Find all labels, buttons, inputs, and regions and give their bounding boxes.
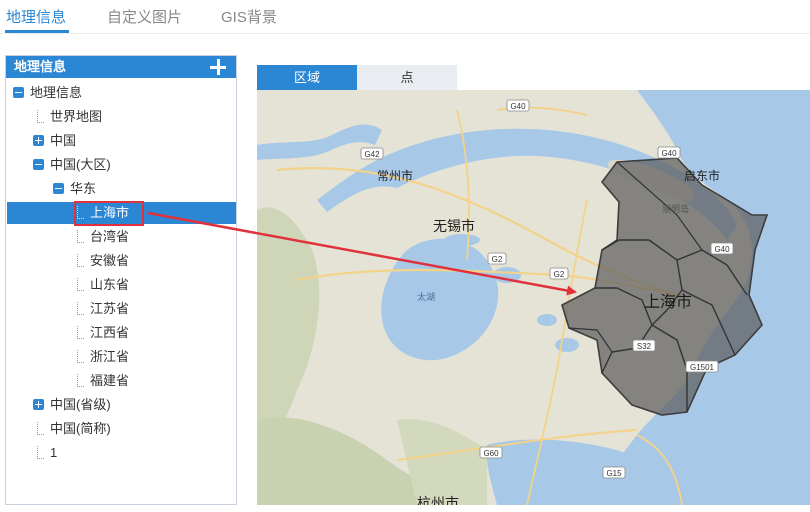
road-shield: G40: [657, 146, 681, 159]
tree-connector: [77, 230, 84, 243]
expand-icon[interactable]: [33, 135, 44, 146]
tree-item-one[interactable]: 1: [7, 442, 236, 464]
collapse-icon[interactable]: [53, 183, 64, 194]
road-shield: S32: [632, 339, 656, 352]
city-label-qidong: 启东市: [684, 168, 720, 183]
tree-item-label[interactable]: 江苏省: [90, 298, 129, 320]
road-shield: G15: [602, 466, 626, 479]
tree-connector: [77, 350, 84, 363]
tab-custom-image[interactable]: 自定义图片: [107, 6, 182, 27]
tree-connector: [37, 446, 44, 459]
road-shield-label: G42: [364, 150, 380, 159]
road-shield-label: G40: [510, 102, 526, 111]
small-lake: [493, 267, 521, 283]
tree-item-jiangxi[interactable]: 江西省: [7, 322, 236, 344]
tree-item-fujian[interactable]: 福建省: [7, 370, 236, 392]
map-view[interactable]: G40 G42 G40 G40 G2 G2 S32 G1501 G60 G15 …: [257, 90, 810, 505]
small-lake: [537, 314, 557, 326]
road-shield: G1501: [685, 360, 719, 373]
tree-item-china-province[interactable]: 中国(省级): [7, 394, 236, 416]
tree-connector: [77, 374, 84, 387]
nav-divider: [0, 33, 810, 34]
tree-item-root[interactable]: 地理信息: [7, 82, 236, 104]
panel-title: 地理信息: [14, 59, 67, 74]
city-label-shanghai: 上海市: [644, 293, 692, 311]
tab-gis-background[interactable]: GIS背景: [221, 6, 277, 27]
tree-item-jiangsu[interactable]: 江苏省: [7, 298, 236, 320]
city-label-wuxi: 无锡市: [433, 218, 475, 234]
island-label-chongming: 崇明岛: [662, 203, 689, 214]
tree-item-label[interactable]: 安徽省: [90, 250, 129, 272]
tab-point[interactable]: 点: [357, 65, 457, 90]
road-shield: G60: [479, 446, 503, 459]
small-lake: [555, 338, 579, 352]
tree-item-china-short[interactable]: 中国(简称): [7, 418, 236, 440]
city-label-changzhou: 常州市: [377, 168, 413, 183]
collapse-icon[interactable]: [33, 159, 44, 170]
tree-item-label[interactable]: 中国(简称): [50, 418, 111, 440]
tree-connector: [77, 278, 84, 291]
panel-header: 地理信息: [6, 56, 236, 78]
road-shield-label: G60: [483, 449, 499, 458]
tree-item-label[interactable]: 福建省: [90, 370, 129, 392]
tree-item-shanghai[interactable]: 上海市: [7, 202, 236, 224]
road-shield: G2: [549, 267, 569, 280]
tree-item-label[interactable]: 华东: [70, 178, 96, 200]
tree-item-label[interactable]: 山东省: [90, 274, 129, 296]
tree-item-label[interactable]: 江西省: [90, 322, 129, 344]
tree-item-china[interactable]: 中国: [7, 130, 236, 152]
tab-region[interactable]: 区域: [257, 65, 357, 90]
city-label-hangzhou: 杭州市: [417, 495, 459, 505]
tree-item-anhui[interactable]: 安徽省: [7, 250, 236, 272]
tree-item-label[interactable]: 世界地图: [50, 106, 102, 128]
tab-geo-info[interactable]: 地理信息: [6, 6, 66, 27]
lake-label-taihu: 太湖: [417, 291, 435, 302]
top-navigation: 地理信息 自定义图片 GIS背景: [0, 0, 810, 36]
road-shield: G2: [487, 252, 507, 265]
road-shield: G40: [710, 242, 734, 255]
tree-item-world-map[interactable]: 世界地图: [7, 106, 236, 128]
road-shield: G40: [506, 99, 530, 112]
road-shield-label: S32: [637, 342, 652, 351]
tree-item-label[interactable]: 上海市: [90, 202, 129, 224]
road-shield-label: G40: [714, 245, 730, 254]
tree-connector: [37, 422, 44, 435]
tree-item-label[interactable]: 台湾省: [90, 226, 129, 248]
tree-item-east-china[interactable]: 华东: [7, 178, 236, 200]
tree-item-zhejiang[interactable]: 浙江省: [7, 346, 236, 368]
tree-item-label[interactable]: 中国: [50, 130, 76, 152]
tree-item-label[interactable]: 中国(省级): [50, 394, 111, 416]
road-shield: G42: [360, 147, 384, 160]
tree-connector: [77, 302, 84, 315]
tree-item-shandong[interactable]: 山东省: [7, 274, 236, 296]
road-shield-label: G40: [661, 149, 677, 158]
road-shield-label: G2: [492, 255, 503, 264]
collapse-icon[interactable]: [13, 87, 24, 98]
tree-item-label[interactable]: 浙江省: [90, 346, 129, 368]
road-shield-label: G2: [554, 270, 565, 279]
tree-connector: [37, 110, 44, 123]
map-canvas[interactable]: G40 G42 G40 G40 G2 G2 S32 G1501 G60 G15 …: [257, 90, 810, 505]
tree-item-label[interactable]: 1: [50, 442, 57, 464]
tree-item-taiwan[interactable]: 台湾省: [7, 226, 236, 248]
tree-connector: [77, 326, 84, 339]
small-lake: [444, 234, 480, 246]
tree-item-label[interactable]: 中国(大区): [50, 154, 111, 176]
tree-connector: [77, 206, 84, 219]
tree-item-china-region[interactable]: 中国(大区): [7, 154, 236, 176]
expand-icon[interactable]: [33, 399, 44, 410]
road-shield-label: G1501: [690, 363, 715, 372]
add-icon[interactable]: [208, 57, 228, 77]
road-shield-label: G15: [606, 469, 622, 478]
tree-connector: [77, 254, 84, 267]
geo-tree-panel: 地理信息 地理信息 世界地图 中国 中国(大区) 华东 上海市 台湾省 安徽省 …: [5, 55, 237, 505]
tree-item-label[interactable]: 地理信息: [30, 82, 82, 104]
